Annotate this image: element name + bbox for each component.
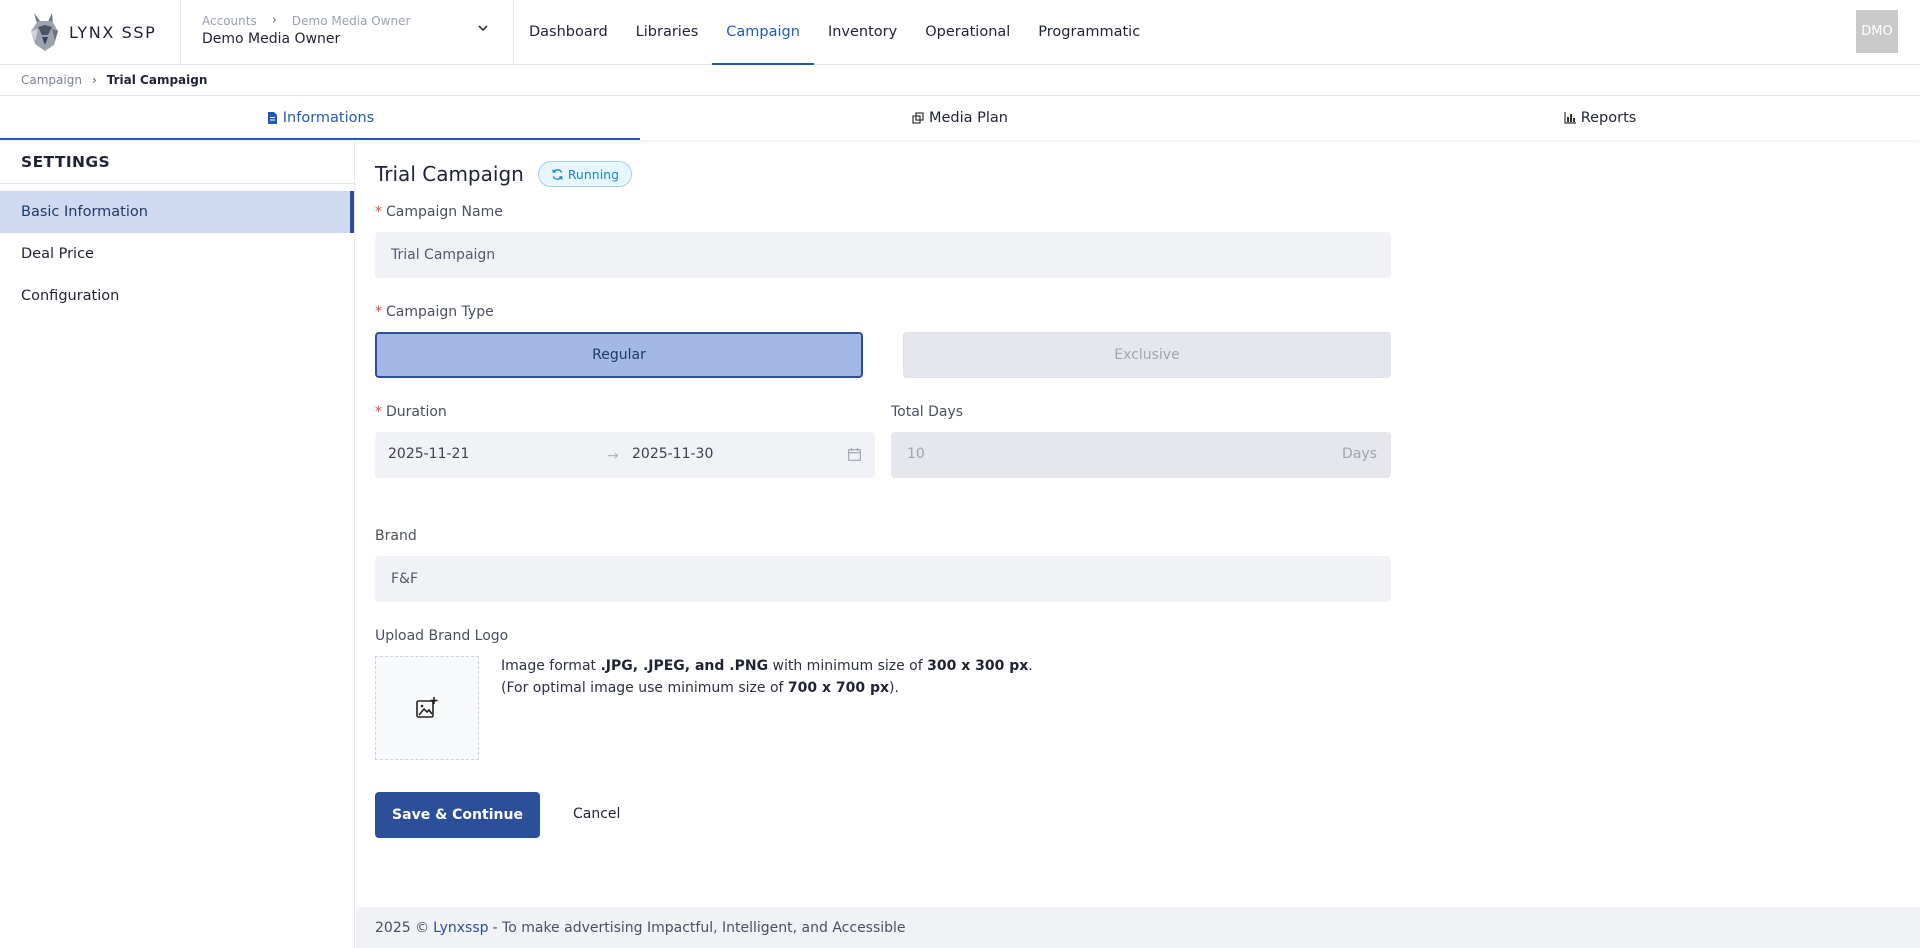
campaign-type-regular[interactable]: Regular [375,332,863,378]
status-text: Running [567,166,620,182]
tab-reports[interactable]: Reports [1280,96,1920,140]
text: ). [889,680,899,696]
text: . [1028,658,1033,674]
min-size: 300 x 300 px [927,658,1029,674]
refresh-icon [552,168,563,180]
tab-label: Reports [1580,110,1637,126]
campaign-type-exclusive[interactable]: Exclusive [903,332,1391,378]
campaign-type-label: * Campaign Type [375,304,494,320]
end-date[interactable]: 2025-11-30 [632,446,713,462]
total-days-label: Total Days [891,404,964,420]
nav-programmatic[interactable]: Programmatic [1024,0,1154,64]
label-text: Duration [386,404,447,420]
account-breadcrumb: Accounts › Demo Media Owner [202,13,502,28]
account-name: Demo Media Owner [202,31,341,47]
footer: 2025 © Lynxssp - To make advertising Imp… [356,907,1920,948]
optimal-size: 700 x 700 px [787,680,890,696]
start-date[interactable]: 2025-11-21 [388,446,469,462]
label-text: Campaign Name [386,204,503,220]
nav-dashboard[interactable]: Dashboard [515,0,622,64]
formats: .JPG, .JPEG, and .PNG [600,658,769,674]
document-icon [267,112,277,124]
required-marker: * [375,304,382,320]
header-divider [513,0,514,64]
days-unit: Days [1342,446,1377,462]
text: (For optimal image use minimum size of [501,680,788,696]
upload-logo-label: Upload Brand Logo [375,628,509,644]
arrow-right-icon: → [607,448,619,464]
breadcrumb-campaign[interactable]: Campaign [21,73,82,87]
tab-label: Media Plan [928,110,1008,126]
nav-campaign[interactable]: Campaign [712,0,814,65]
nav-inventory[interactable]: Inventory [814,0,911,64]
top-header: LYNX SSP Accounts › Demo Media Owner Dem… [0,0,1920,65]
logo-text: LYNX SSP [69,22,157,42]
sidebar-item-basic-information[interactable]: Basic Information [0,191,354,233]
account-crumb-root[interactable]: Accounts [202,14,257,28]
settings-sidebar: SETTINGS Basic Information Deal Price Co… [0,141,355,948]
total-days-value: 10 [907,446,925,462]
label-text: Campaign Type [386,304,494,320]
tab-media-plan[interactable]: Media Plan [640,96,1280,140]
save-continue-button[interactable]: Save & Continue [375,792,540,838]
sidebar-items: Basic Information Deal Price Configurati… [0,191,354,317]
brand-label: Brand [375,528,417,544]
duration-label: * Duration [375,404,447,420]
breadcrumb-current: Trial Campaign [106,73,208,87]
account-switcher[interactable]: Accounts › Demo Media Owner Demo Media O… [202,13,502,53]
upload-requirement-line-2: (For optimal image use minimum size of 7… [501,677,1381,699]
media-plan-icon [912,112,924,124]
text: Image format [501,658,601,674]
chevron-right-icon: › [271,13,277,28]
required-marker: * [375,204,382,220]
tab-label: Informations [282,110,375,126]
lynx-logo-icon [31,13,58,51]
text: with minimum size of [768,658,928,674]
duration-range-picker[interactable]: 2025-11-21 → 2025-11-30 [375,432,875,478]
upload-logo-dropzone[interactable] [375,656,479,760]
avatar[interactable]: DMO [1856,10,1898,53]
required-marker: * [375,404,382,420]
upload-requirement-line-1: Image format .JPG, .JPEG, and .PNG with … [501,655,1381,677]
footer-copyright: 2025 © [375,919,430,936]
nav-libraries[interactable]: Libraries [622,0,713,64]
total-days-field: 10 Days [891,432,1391,478]
sidebar-title: SETTINGS [0,141,354,184]
page-title: Trial Campaign [375,162,524,186]
title-row: Trial Campaign Running [375,161,633,187]
logo[interactable]: LYNX SSP [26,11,156,53]
sidebar-item-configuration[interactable]: Configuration [0,275,354,317]
brand-input[interactable]: F&F [375,556,1391,602]
tab-informations[interactable]: Informations [0,96,640,140]
upload-requirements: Image format .JPG, .JPEG, and .PNG with … [501,655,1381,699]
calendar-icon[interactable] [848,448,861,461]
chevron-right-icon: › [91,73,97,87]
nav-operational[interactable]: Operational [911,0,1024,64]
footer-tagline: - To make advertising Impactful, Intelli… [492,919,906,936]
campaign-tabs: Informations Media Plan Reports [0,96,1920,140]
bar-chart-icon [1564,112,1576,124]
add-image-icon [416,697,438,718]
account-crumb-owner[interactable]: Demo Media Owner [292,14,411,28]
footer-brand-link[interactable]: Lynxssp [433,920,488,936]
chevron-down-icon[interactable] [476,21,490,35]
status-badge: Running [537,161,633,187]
campaign-name-input[interactable]: Trial Campaign [375,232,1391,278]
sidebar-item-deal-price[interactable]: Deal Price [0,233,354,275]
campaign-name-label: * Campaign Name [375,204,503,220]
header-divider [180,0,181,64]
main-nav: Dashboard Libraries Campaign Inventory O… [515,0,1154,65]
cancel-button[interactable]: Cancel [573,806,620,822]
breadcrumb: Campaign › Trial Campaign [21,65,207,95]
